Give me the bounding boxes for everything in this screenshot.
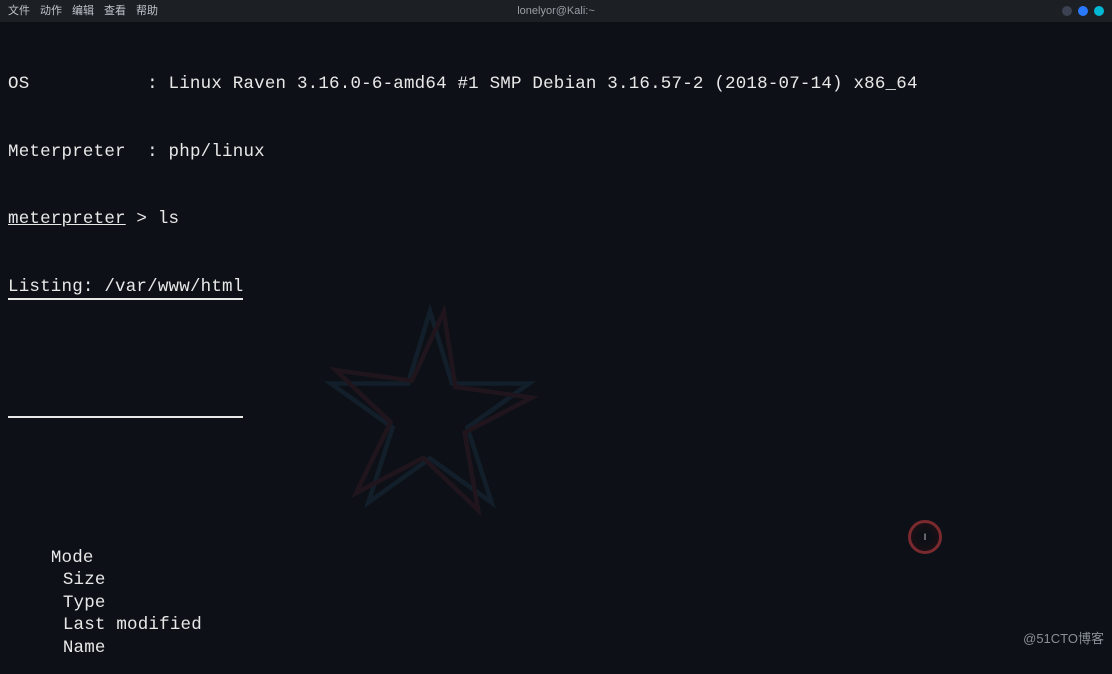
- watermark: @51CTO博客: [1023, 628, 1104, 651]
- menu-edit[interactable]: 编辑: [72, 0, 94, 22]
- sysinfo-os-line: OS : Linux Raven 3.16.0-6-amd64 #1 SMP D…: [8, 73, 1104, 96]
- window-title: lonelyor@Kali:~: [517, 0, 595, 22]
- prompt-cmd: ls: [158, 208, 179, 231]
- menu-file[interactable]: 文件: [8, 0, 30, 22]
- prompt-sep: >: [126, 208, 158, 231]
- record-indicator-icon: [908, 520, 942, 554]
- col-type: Type: [63, 592, 105, 615]
- col-size: Size: [63, 569, 105, 592]
- col-name: Name: [63, 637, 106, 660]
- menu-action[interactable]: 动作: [40, 0, 62, 22]
- col-modified: Last modified: [63, 614, 242, 637]
- menubar-items: 文件 动作 编辑 查看 帮助: [8, 0, 158, 22]
- sysinfo-met-line: Meterpreter : php/linux: [8, 141, 1104, 164]
- prompt-name: meterpreter: [8, 208, 126, 231]
- col-mode: Mode: [51, 547, 167, 570]
- menubar: 文件 动作 编辑 查看 帮助 lonelyor@Kali:~: [0, 0, 1112, 22]
- listing-prefix: Listing:: [8, 277, 104, 297]
- menu-view[interactable]: 查看: [104, 0, 126, 22]
- listing-path: /var/www/html: [104, 277, 243, 297]
- column-headers: Mode Size Type Last modified Name: [8, 524, 1104, 674]
- sysinfo-os-value: Linux Raven 3.16.0-6-amd64 #1 SMP Debian…: [169, 73, 918, 96]
- menu-help[interactable]: 帮助: [136, 0, 158, 22]
- sysinfo-sep: :: [29, 73, 168, 96]
- sysinfo-met-label: Meterpreter: [8, 141, 126, 164]
- window-max-icon[interactable]: [1078, 6, 1088, 16]
- prompt-line-1: meterpreter > ls: [8, 208, 1104, 231]
- sysinfo-sep: :: [126, 141, 169, 164]
- window-close-icon[interactable]: [1094, 6, 1104, 16]
- terminal[interactable]: OS : Linux Raven 3.16.0-6-amd64 #1 SMP D…: [0, 22, 1112, 674]
- window-min-icon[interactable]: [1062, 6, 1072, 16]
- sysinfo-met-value: php/linux: [169, 141, 265, 164]
- menubar-right: [1062, 6, 1104, 16]
- sysinfo-os-label: OS: [8, 73, 29, 96]
- listing-rule: Listing: /var/www/html: [8, 393, 1104, 418]
- listing-line: Listing: /var/www/html: [8, 276, 1104, 301]
